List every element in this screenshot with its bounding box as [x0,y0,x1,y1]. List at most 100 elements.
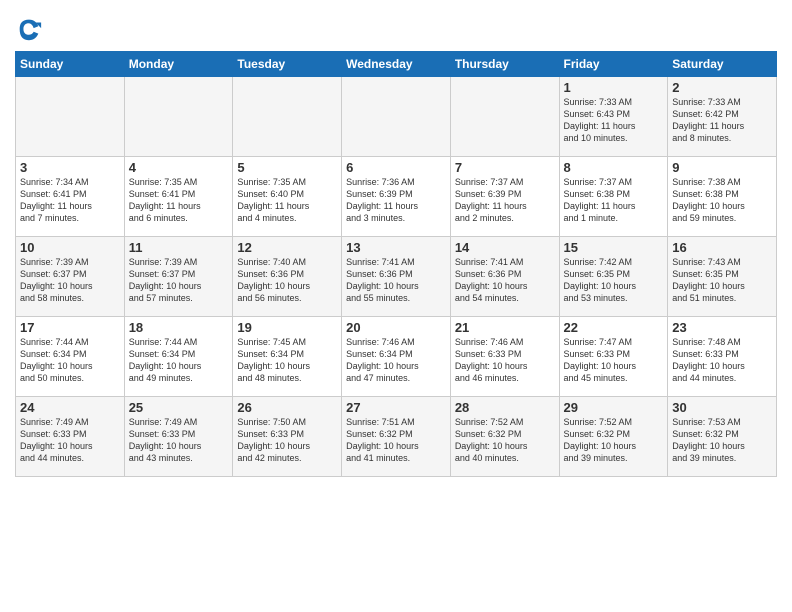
day-info: Sunrise: 7:44 AM Sunset: 6:34 PM Dayligh… [20,336,120,385]
day-cell: 3Sunrise: 7:34 AM Sunset: 6:41 PM Daylig… [16,157,125,237]
day-info: Sunrise: 7:34 AM Sunset: 6:41 PM Dayligh… [20,176,120,225]
day-cell: 11Sunrise: 7:39 AM Sunset: 6:37 PM Dayli… [124,237,233,317]
day-cell [342,77,451,157]
day-cell: 5Sunrise: 7:35 AM Sunset: 6:40 PM Daylig… [233,157,342,237]
day-info: Sunrise: 7:38 AM Sunset: 6:38 PM Dayligh… [672,176,772,225]
day-info: Sunrise: 7:37 AM Sunset: 6:39 PM Dayligh… [455,176,555,225]
day-info: Sunrise: 7:47 AM Sunset: 6:33 PM Dayligh… [564,336,664,385]
day-cell [233,77,342,157]
header-wednesday: Wednesday [342,52,451,77]
day-number: 12 [237,240,337,255]
day-info: Sunrise: 7:40 AM Sunset: 6:36 PM Dayligh… [237,256,337,305]
day-info: Sunrise: 7:46 AM Sunset: 6:34 PM Dayligh… [346,336,446,385]
day-cell: 1Sunrise: 7:33 AM Sunset: 6:43 PM Daylig… [559,77,668,157]
header-tuesday: Tuesday [233,52,342,77]
day-info: Sunrise: 7:35 AM Sunset: 6:41 PM Dayligh… [129,176,229,225]
day-info: Sunrise: 7:41 AM Sunset: 6:36 PM Dayligh… [455,256,555,305]
day-number: 10 [20,240,120,255]
day-info: Sunrise: 7:35 AM Sunset: 6:40 PM Dayligh… [237,176,337,225]
week-row-1: 3Sunrise: 7:34 AM Sunset: 6:41 PM Daylig… [16,157,777,237]
day-cell: 29Sunrise: 7:52 AM Sunset: 6:32 PM Dayli… [559,397,668,477]
day-number: 5 [237,160,337,175]
day-info: Sunrise: 7:41 AM Sunset: 6:36 PM Dayligh… [346,256,446,305]
day-cell: 26Sunrise: 7:50 AM Sunset: 6:33 PM Dayli… [233,397,342,477]
day-info: Sunrise: 7:36 AM Sunset: 6:39 PM Dayligh… [346,176,446,225]
day-cell: 30Sunrise: 7:53 AM Sunset: 6:32 PM Dayli… [668,397,777,477]
header-monday: Monday [124,52,233,77]
day-number: 4 [129,160,229,175]
day-cell: 14Sunrise: 7:41 AM Sunset: 6:36 PM Dayli… [450,237,559,317]
day-number: 29 [564,400,664,415]
day-cell [124,77,233,157]
day-info: Sunrise: 7:43 AM Sunset: 6:35 PM Dayligh… [672,256,772,305]
header-saturday: Saturday [668,52,777,77]
day-cell: 18Sunrise: 7:44 AM Sunset: 6:34 PM Dayli… [124,317,233,397]
day-number: 22 [564,320,664,335]
day-number: 14 [455,240,555,255]
day-info: Sunrise: 7:33 AM Sunset: 6:43 PM Dayligh… [564,96,664,145]
day-cell [16,77,125,157]
day-number: 11 [129,240,229,255]
day-info: Sunrise: 7:49 AM Sunset: 6:33 PM Dayligh… [129,416,229,465]
day-cell: 27Sunrise: 7:51 AM Sunset: 6:32 PM Dayli… [342,397,451,477]
day-number: 3 [20,160,120,175]
calendar-table: SundayMondayTuesdayWednesdayThursdayFrid… [15,51,777,477]
calendar-header: SundayMondayTuesdayWednesdayThursdayFrid… [16,52,777,77]
header-sunday: Sunday [16,52,125,77]
day-info: Sunrise: 7:44 AM Sunset: 6:34 PM Dayligh… [129,336,229,385]
day-number: 17 [20,320,120,335]
day-number: 8 [564,160,664,175]
day-info: Sunrise: 7:51 AM Sunset: 6:32 PM Dayligh… [346,416,446,465]
day-number: 13 [346,240,446,255]
day-info: Sunrise: 7:49 AM Sunset: 6:33 PM Dayligh… [20,416,120,465]
day-cell: 16Sunrise: 7:43 AM Sunset: 6:35 PM Dayli… [668,237,777,317]
week-row-2: 10Sunrise: 7:39 AM Sunset: 6:37 PM Dayli… [16,237,777,317]
day-cell: 19Sunrise: 7:45 AM Sunset: 6:34 PM Dayli… [233,317,342,397]
day-cell: 15Sunrise: 7:42 AM Sunset: 6:35 PM Dayli… [559,237,668,317]
day-number: 18 [129,320,229,335]
day-number: 19 [237,320,337,335]
day-info: Sunrise: 7:42 AM Sunset: 6:35 PM Dayligh… [564,256,664,305]
day-number: 1 [564,80,664,95]
day-info: Sunrise: 7:33 AM Sunset: 6:42 PM Dayligh… [672,96,772,145]
header [15,15,777,43]
day-number: 30 [672,400,772,415]
week-row-3: 17Sunrise: 7:44 AM Sunset: 6:34 PM Dayli… [16,317,777,397]
day-cell: 9Sunrise: 7:38 AM Sunset: 6:38 PM Daylig… [668,157,777,237]
day-cell: 2Sunrise: 7:33 AM Sunset: 6:42 PM Daylig… [668,77,777,157]
day-info: Sunrise: 7:53 AM Sunset: 6:32 PM Dayligh… [672,416,772,465]
day-info: Sunrise: 7:48 AM Sunset: 6:33 PM Dayligh… [672,336,772,385]
day-cell: 28Sunrise: 7:52 AM Sunset: 6:32 PM Dayli… [450,397,559,477]
day-number: 28 [455,400,555,415]
day-cell: 21Sunrise: 7:46 AM Sunset: 6:33 PM Dayli… [450,317,559,397]
day-cell [450,77,559,157]
logo [15,15,47,43]
week-row-4: 24Sunrise: 7:49 AM Sunset: 6:33 PM Dayli… [16,397,777,477]
day-cell: 23Sunrise: 7:48 AM Sunset: 6:33 PM Dayli… [668,317,777,397]
day-number: 21 [455,320,555,335]
day-number: 20 [346,320,446,335]
day-cell: 12Sunrise: 7:40 AM Sunset: 6:36 PM Dayli… [233,237,342,317]
day-cell: 13Sunrise: 7:41 AM Sunset: 6:36 PM Dayli… [342,237,451,317]
header-friday: Friday [559,52,668,77]
day-info: Sunrise: 7:45 AM Sunset: 6:34 PM Dayligh… [237,336,337,385]
header-thursday: Thursday [450,52,559,77]
day-cell: 6Sunrise: 7:36 AM Sunset: 6:39 PM Daylig… [342,157,451,237]
day-number: 15 [564,240,664,255]
day-number: 2 [672,80,772,95]
day-cell: 22Sunrise: 7:47 AM Sunset: 6:33 PM Dayli… [559,317,668,397]
day-info: Sunrise: 7:39 AM Sunset: 6:37 PM Dayligh… [20,256,120,305]
day-info: Sunrise: 7:50 AM Sunset: 6:33 PM Dayligh… [237,416,337,465]
header-row: SundayMondayTuesdayWednesdayThursdayFrid… [16,52,777,77]
day-number: 6 [346,160,446,175]
day-number: 26 [237,400,337,415]
page-container: SundayMondayTuesdayWednesdayThursdayFrid… [0,0,792,487]
logo-icon [15,15,43,43]
day-cell: 24Sunrise: 7:49 AM Sunset: 6:33 PM Dayli… [16,397,125,477]
day-info: Sunrise: 7:37 AM Sunset: 6:38 PM Dayligh… [564,176,664,225]
day-number: 7 [455,160,555,175]
day-info: Sunrise: 7:39 AM Sunset: 6:37 PM Dayligh… [129,256,229,305]
day-number: 24 [20,400,120,415]
day-number: 9 [672,160,772,175]
day-cell: 17Sunrise: 7:44 AM Sunset: 6:34 PM Dayli… [16,317,125,397]
